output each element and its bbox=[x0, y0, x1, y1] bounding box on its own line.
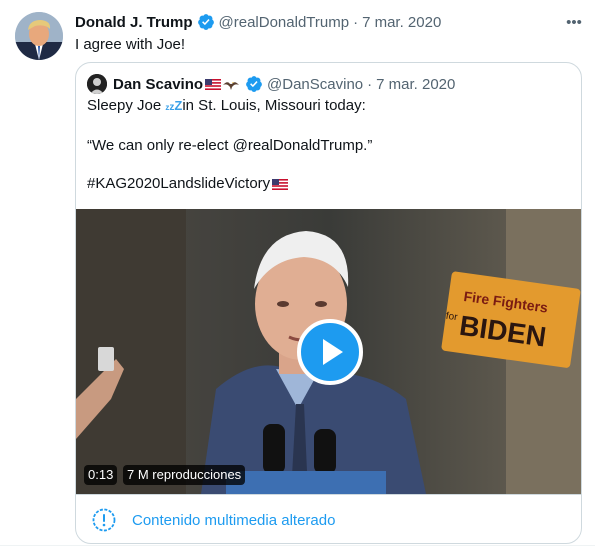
us-flag-icon bbox=[205, 78, 222, 90]
user-avatar-icon bbox=[15, 12, 63, 60]
sign-text-for: for bbox=[445, 311, 459, 324]
author-name[interactable]: Donald J. Trump bbox=[75, 14, 193, 31]
quoted-text-line-1: Sleepy Joe zzZin St. Louis, Missouri tod… bbox=[87, 97, 366, 114]
verified-badge-icon bbox=[246, 76, 262, 92]
quoted-tweet-date[interactable]: 7 mar. 2020 bbox=[376, 76, 455, 93]
more-options-button[interactable]: ••• bbox=[562, 12, 586, 32]
video-view-count: 7 M reproducciones bbox=[123, 465, 246, 485]
info-warning-icon bbox=[92, 508, 116, 532]
quoted-author-handle[interactable]: @DanScavino bbox=[267, 76, 363, 93]
tweet[interactable]: Donald J. Trump @realDonaldTrump · 7 mar… bbox=[0, 0, 595, 546]
tweet-header: Donald J. Trump @realDonaldTrump · 7 mar… bbox=[75, 12, 441, 32]
video-duration: 0:13 bbox=[84, 465, 118, 485]
separator-dot: · bbox=[367, 75, 373, 93]
tweet-text: I agree with Joe! bbox=[75, 36, 186, 53]
altered-media-notice[interactable]: Contenido multimedia alterado bbox=[76, 494, 581, 543]
quoted-tweet-header: Dan Scavino @DanScavino · 7 mar. 2020 bbox=[87, 73, 455, 95]
quoted-text-segment: in St. Louis, Missouri today: bbox=[182, 97, 366, 114]
quoted-author-name[interactable]: Dan Scavino bbox=[113, 76, 203, 93]
quoted-text-line-2: “We can only re-elect @realDonaldTrump.” bbox=[87, 137, 373, 154]
tweet-date[interactable]: 7 mar. 2020 bbox=[362, 14, 441, 31]
quoted-text-segment: Sleepy Joe bbox=[87, 97, 166, 114]
altered-media-label[interactable]: Contenido multimedia alterado bbox=[132, 512, 335, 529]
video-player[interactable]: Fire Fighters BIDEN for 0:13 7 M reprodu… bbox=[76, 209, 581, 494]
play-button[interactable] bbox=[297, 319, 363, 385]
author-handle[interactable]: @realDonaldTrump bbox=[219, 14, 350, 31]
quoted-author-avatar[interactable] bbox=[87, 74, 107, 94]
zzz-emoji: zzZ bbox=[165, 97, 182, 114]
user-avatar-icon bbox=[87, 74, 107, 94]
quoted-text-line-3: #KAG2020LandslideVictory bbox=[87, 175, 289, 192]
play-icon bbox=[323, 339, 343, 365]
eagle-icon bbox=[223, 79, 240, 90]
author-avatar[interactable] bbox=[15, 12, 63, 60]
separator-dot: · bbox=[353, 13, 359, 31]
hashtag-link[interactable]: #KAG2020LandslideVictory bbox=[87, 175, 270, 192]
quoted-tweet[interactable]: Dan Scavino @DanScavino · 7 mar. 2020 Sl… bbox=[75, 62, 582, 544]
us-flag-icon bbox=[272, 178, 289, 190]
verified-badge-icon bbox=[197, 14, 214, 30]
